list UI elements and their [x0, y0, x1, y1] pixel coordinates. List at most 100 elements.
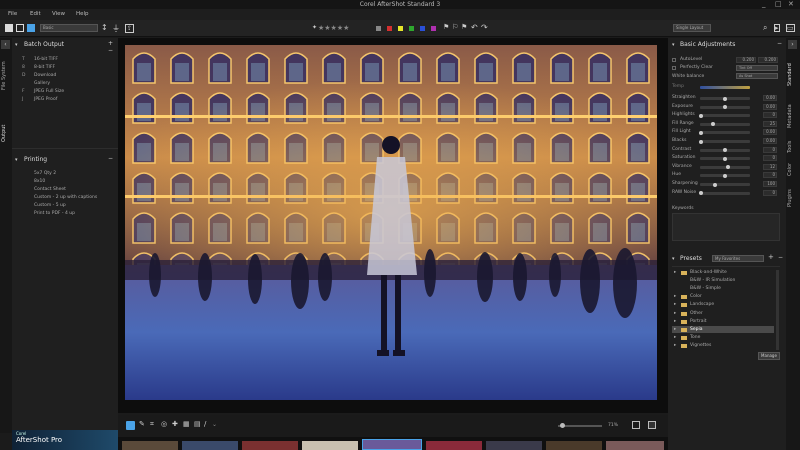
reject-icon[interactable]: ✦: [312, 24, 317, 31]
thumbnail[interactable]: [426, 441, 482, 450]
fit-view-icon[interactable]: [632, 421, 640, 429]
fullscreen-icon[interactable]: ▭: [786, 24, 795, 32]
slider-value[interactable]: 0.00: [763, 138, 777, 144]
collapse-batch-icon[interactable]: ▾: [15, 42, 18, 48]
workspace-dropdown[interactable]: Basic: [40, 24, 98, 32]
slider-value[interactable]: 0.00: [763, 129, 777, 136]
slider-value[interactable]: 0.00: [763, 103, 777, 110]
batch-item-8bit-tiff[interactable]: 8-bit TIFF: [34, 65, 55, 70]
autolevel-checkbox[interactable]: [672, 58, 676, 62]
preset-item[interactable]: B&W - Simple: [690, 286, 721, 291]
workspace-icon[interactable]: [27, 24, 35, 32]
slider-knob[interactable]: [699, 113, 703, 118]
expand-arrow-icon[interactable]: ▸: [674, 343, 676, 348]
perfectly-clear-checkbox[interactable]: [672, 66, 676, 70]
expand-arrow-icon[interactable]: ▸: [674, 327, 676, 332]
thumbnail[interactable]: [606, 441, 664, 450]
preset-folder[interactable]: Black-and-White: [690, 270, 727, 275]
eyedropper-icon[interactable]: ✎: [139, 420, 145, 428]
maximize-button[interactable]: □: [775, 0, 782, 8]
slider-track[interactable]: [700, 114, 750, 118]
filter-icon[interactable]: ⏚: [112, 23, 120, 34]
layers-icon[interactable]: ▦: [183, 420, 190, 428]
undo-icon[interactable]: ↶: [471, 23, 478, 32]
slider-value[interactable]: 0: [763, 155, 777, 162]
crop-icon[interactable]: ⌗: [150, 420, 154, 429]
rotate-icon[interactable]: ↕: [101, 23, 108, 32]
thumbnail-view-icon[interactable]: [648, 421, 656, 429]
slider-knob[interactable]: [723, 156, 727, 161]
flag-reject-icon[interactable]: ⚑: [461, 23, 467, 31]
main-photo[interactable]: [125, 45, 657, 400]
batch-item-gallery[interactable]: Gallery: [34, 81, 50, 86]
slider-value[interactable]: 100: [763, 181, 777, 187]
color-label-yellow[interactable]: [398, 26, 403, 31]
thumbnail[interactable]: [302, 441, 358, 450]
tab-output[interactable]: Output: [1, 120, 7, 142]
single-view-icon[interactable]: [5, 24, 13, 32]
slider-track[interactable]: [700, 191, 750, 195]
slider-track[interactable]: [700, 140, 750, 143]
color-label-blue[interactable]: [420, 26, 425, 31]
tab-plugins[interactable]: Plugins: [787, 183, 793, 207]
color-label-purple[interactable]: [431, 26, 436, 31]
batch-item-16bit-tiff[interactable]: 16-bit TIFF: [34, 57, 58, 62]
print-item[interactable]: Custom - 5 up: [34, 203, 66, 208]
collapse-left-icon[interactable]: ‹: [1, 40, 10, 49]
white-balance-dropdown[interactable]: As Shot: [736, 73, 778, 79]
compare-icon[interactable]: ▤: [194, 420, 201, 428]
tab-color[interactable]: Color: [787, 158, 793, 176]
remove-preset-icon[interactable]: −: [778, 254, 783, 261]
autolevel-value-2[interactable]: 0.200: [758, 57, 778, 63]
slider-value[interactable]: 0.00: [763, 95, 777, 101]
slider-knob[interactable]: [699, 130, 703, 135]
flag-icon[interactable]: ⚑: [443, 23, 449, 31]
minimize-button[interactable]: _: [762, 0, 766, 8]
rating-stars[interactable]: ★★★★★: [318, 24, 349, 32]
preset-folder[interactable]: Other: [690, 311, 703, 316]
print-item[interactable]: Contact Sheet: [34, 187, 66, 192]
slider-value[interactable]: 0: [763, 146, 777, 153]
aftershot-pro-promo[interactable]: Corel AfterShot Pro: [12, 430, 118, 450]
heal-icon[interactable]: ✚: [172, 420, 178, 428]
expand-arrow-icon[interactable]: ▸: [674, 294, 676, 299]
collapse-basic-icon[interactable]: ▾: [672, 42, 675, 48]
thumbnail[interactable]: [122, 441, 178, 450]
tab-standard[interactable]: Standard: [787, 56, 793, 86]
thumbnail-selected[interactable]: [362, 439, 422, 450]
slider-track[interactable]: [700, 183, 750, 186]
slider-knob[interactable]: [699, 139, 703, 144]
collapse-printing-icon[interactable]: ▾: [15, 157, 18, 163]
expand-arrow-icon[interactable]: ▸: [674, 319, 676, 324]
play-icon[interactable]: ▸: [774, 24, 780, 32]
presets-scrollbar[interactable]: [776, 270, 779, 350]
slider-value[interactable]: 12: [763, 163, 777, 170]
expand-arrow-icon[interactable]: ▸: [674, 302, 676, 307]
menu-edit[interactable]: Edit: [30, 11, 41, 17]
batch-item-jpeg-full[interactable]: JPEG Full Size: [34, 89, 64, 94]
print-item[interactable]: 5x7 Qty 2: [34, 171, 56, 176]
redo-icon[interactable]: ↷: [481, 23, 488, 32]
batch-item-jpeg-proof[interactable]: JPEG Proof: [34, 97, 57, 102]
collapse-presets-icon[interactable]: ▾: [672, 256, 675, 262]
tab-file-system[interactable]: File System: [1, 56, 7, 90]
collapse-right-icon[interactable]: ›: [788, 40, 797, 49]
color-label-red[interactable]: [387, 26, 392, 31]
slider-value[interactable]: 0: [763, 189, 777, 196]
slider-knob[interactable]: [723, 173, 727, 178]
expand-arrow-icon[interactable]: ▸: [674, 335, 676, 340]
layout-dropdown[interactable]: Single Layout: [673, 24, 711, 32]
preset-folder[interactable]: Sepia: [690, 327, 703, 332]
thumbnail[interactable]: [546, 441, 602, 450]
menu-file[interactable]: File: [8, 11, 17, 17]
slider-knob[interactable]: [723, 96, 727, 101]
slider-value[interactable]: 0: [763, 172, 777, 179]
slider-track[interactable]: [700, 131, 750, 135]
preset-folder[interactable]: Tone: [690, 335, 700, 340]
batch-remove-icon[interactable]: −: [108, 47, 113, 54]
slider-knob[interactable]: [713, 182, 718, 187]
print-item[interactable]: 8x10: [34, 179, 45, 184]
thumbnail[interactable]: [486, 441, 542, 450]
expand-arrow-icon[interactable]: ▸: [674, 270, 676, 275]
preset-folder[interactable]: Color: [690, 294, 702, 299]
